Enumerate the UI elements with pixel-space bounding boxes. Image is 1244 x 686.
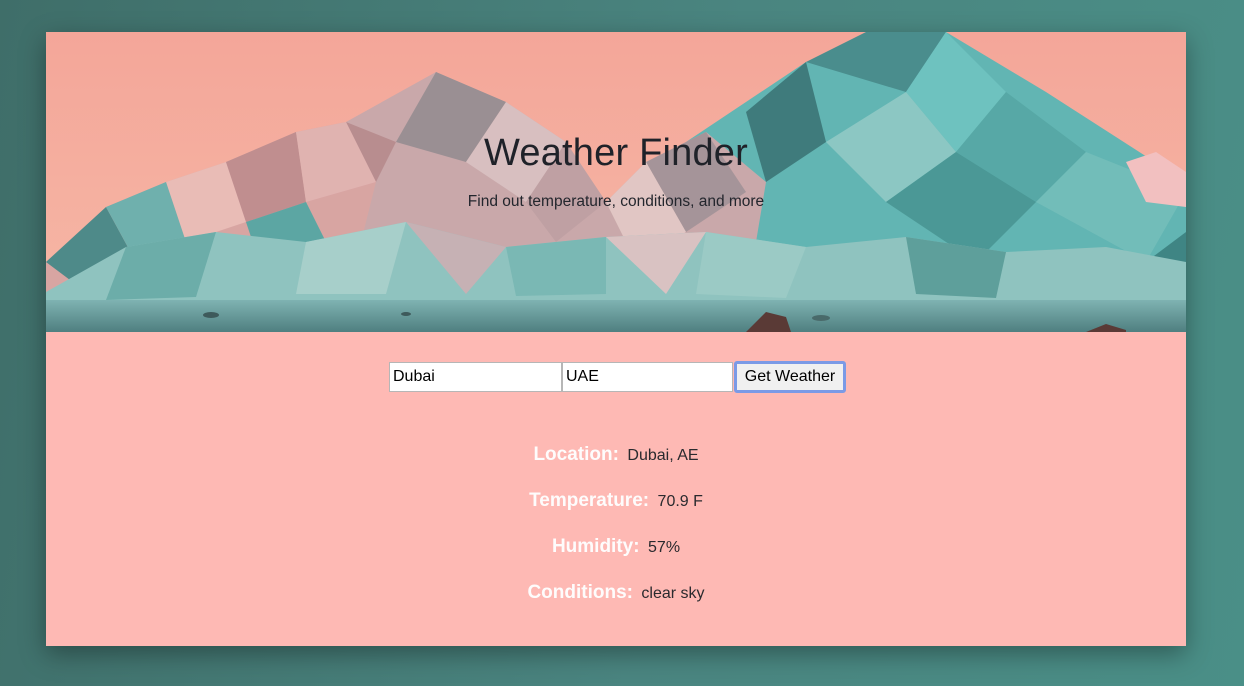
get-weather-button[interactable]: Get Weather bbox=[734, 361, 846, 393]
location-row: Location: Dubai, AE bbox=[46, 444, 1186, 490]
weather-card: Weather Finder Find out temperature, con… bbox=[46, 32, 1186, 646]
city-input[interactable] bbox=[389, 362, 562, 392]
page-title: Weather Finder bbox=[484, 132, 748, 174]
country-input[interactable] bbox=[562, 362, 733, 392]
location-value: Dubai, AE bbox=[627, 447, 699, 464]
conditions-row: Conditions: clear sky bbox=[46, 582, 1186, 628]
hero-banner: Weather Finder Find out temperature, con… bbox=[46, 32, 1186, 332]
temperature-row: Temperature: 70.9 F bbox=[46, 490, 1186, 536]
conditions-value: clear sky bbox=[641, 585, 705, 602]
humidity-value: 57% bbox=[648, 539, 681, 556]
humidity-label: Humidity: bbox=[551, 536, 640, 557]
page-subtitle: Find out temperature, conditions, and mo… bbox=[467, 193, 765, 210]
humidity-row: Humidity: 57% bbox=[46, 536, 1186, 582]
temperature-value: 70.9 F bbox=[657, 493, 703, 510]
temperature-label: Temperature: bbox=[529, 490, 650, 511]
location-label: Location: bbox=[533, 444, 619, 465]
conditions-label: Conditions: bbox=[527, 582, 633, 603]
weather-search-form: Get Weather bbox=[389, 361, 846, 393]
weather-results: Location: Dubai, AE Temperature: 70.9 F … bbox=[46, 444, 1186, 628]
low-poly-mountain-illustration bbox=[46, 32, 1186, 332]
